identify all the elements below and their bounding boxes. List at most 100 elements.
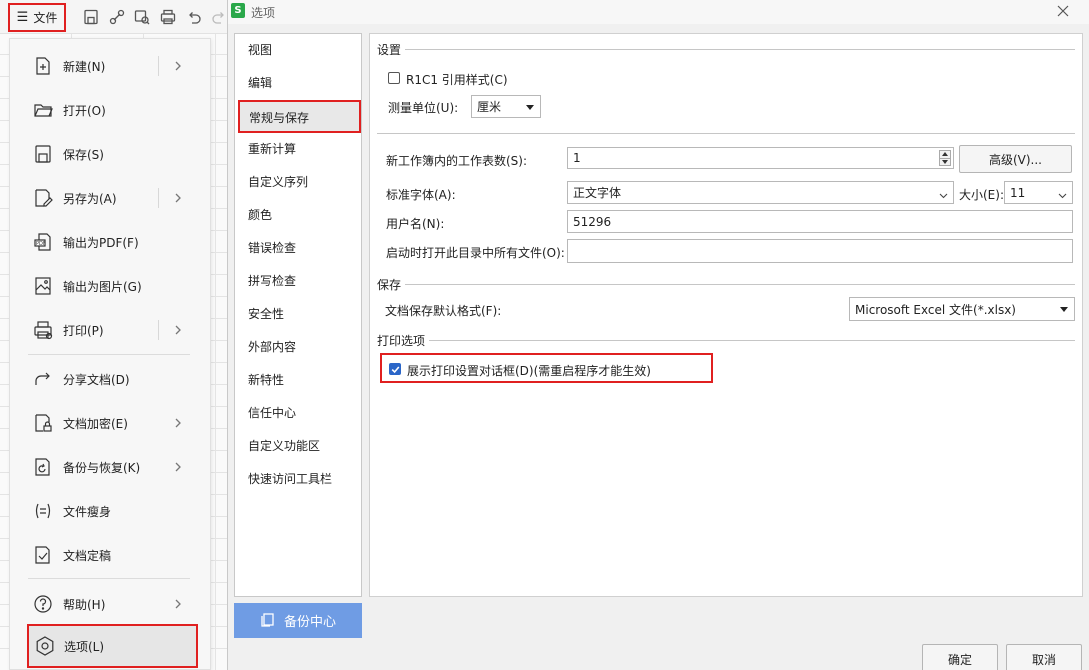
dropdown-arrow-icon (526, 104, 534, 110)
default-format-select[interactable]: Microsoft Excel 文件(*.xlsx) (849, 297, 1075, 321)
stepper-arrows-icon[interactable] (939, 150, 951, 166)
menu-item-compress[interactable]: 文件瘦身 (10, 491, 210, 531)
show-print-dialog-checkbox[interactable] (389, 363, 401, 375)
backup-icon (260, 611, 276, 631)
menu-item-label: 备份与恢复(K) (63, 460, 141, 475)
print-preview-icon[interactable] (159, 8, 177, 26)
options-icon (34, 635, 56, 657)
section-divider (377, 133, 1075, 134)
nav-item-custom-lists[interactable]: 自定义序列 (235, 166, 361, 199)
standard-font-value: 正文字体 (573, 186, 622, 200)
nav-item-spell-check[interactable]: 拼写检查 (235, 265, 361, 298)
menu-item-save[interactable]: 保存(S) (10, 134, 210, 174)
nav-item-security[interactable]: 安全性 (235, 298, 361, 331)
chevron-right-icon[interactable] (172, 192, 184, 204)
redo-icon[interactable] (210, 8, 228, 26)
options-dialog: S 选项 视图 编辑 常规与保存 重新计算 自定义序列 颜色 错误检查 拼写检查… (227, 0, 1089, 670)
menu-item-export-pdf[interactable]: PDF 输出为PDF(F) (10, 222, 210, 262)
unit-select[interactable]: 厘米 (471, 95, 541, 118)
default-format-label: 文档保存默认格式(F): (385, 304, 502, 318)
nav-item-customize-ribbon[interactable]: 自定义功能区 (235, 430, 361, 463)
menu-item-label: 输出为PDF(F) (63, 235, 139, 250)
nav-item-recalc[interactable]: 重新计算 (235, 133, 361, 166)
chevron-right-icon[interactable] (172, 417, 184, 429)
backup-icon (32, 456, 54, 478)
find-icon[interactable] (133, 8, 151, 26)
menu-item-help[interactable]: 帮助(H) (10, 584, 210, 624)
close-icon[interactable] (1055, 3, 1071, 19)
save-icon (32, 143, 54, 165)
dialog-title: 选项 (251, 6, 276, 20)
menu-item-share[interactable]: 分享文档(D) (10, 359, 210, 399)
nav-item-external-content[interactable]: 外部内容 (235, 331, 361, 364)
app-logo: S (231, 3, 245, 18)
backup-center-label: 备份中心 (283, 615, 336, 630)
ok-button[interactable]: 确定 (922, 644, 998, 670)
standard-font-select[interactable]: 正文字体 (567, 181, 954, 204)
font-size-select[interactable]: 11 (1004, 181, 1073, 204)
open-folder-icon (32, 99, 54, 121)
menu-item-print[interactable]: 打印(P) (10, 310, 210, 350)
advanced-button[interactable]: 高级(V)... (959, 145, 1072, 173)
chevron-right-icon[interactable] (172, 60, 184, 72)
menu-item-export-image[interactable]: 输出为图片(G) (10, 266, 210, 306)
chevron-right-icon[interactable] (172, 461, 184, 473)
nav-item-general-save[interactable]: 常规与保存 (238, 100, 361, 133)
undo-icon[interactable] (185, 8, 203, 26)
chevron-right-icon[interactable] (172, 598, 184, 610)
unit-value: 厘米 (477, 100, 502, 114)
menu-separator (158, 56, 159, 76)
font-size-value: 11 (1010, 185, 1026, 200)
sheets-count-label: 新工作簿内的工作表数(S): (386, 154, 528, 168)
file-menu-label: 文件 (33, 11, 58, 25)
chevron-right-icon[interactable] (172, 324, 184, 336)
save-icon[interactable] (82, 8, 100, 26)
section-divider (405, 49, 1075, 50)
menu-item-label: 文档加密(E) (63, 416, 128, 431)
username-value: 51296 (573, 214, 612, 229)
menu-item-save-as[interactable]: 另存为(A) (10, 178, 210, 218)
default-format-value: Microsoft Excel 文件(*.xlsx) (855, 302, 1016, 317)
section-divider (405, 284, 1075, 285)
menu-item-label: 分享文档(D) (63, 372, 130, 387)
nav-item-error-check[interactable]: 错误检查 (235, 232, 361, 265)
nav-item-trust-center[interactable]: 信任中心 (235, 397, 361, 430)
startup-folder-label: 启动时打开此目录中所有文件(O): (386, 246, 565, 260)
backup-center-button[interactable]: 备份中心 (234, 603, 362, 638)
new-file-icon (32, 55, 54, 77)
section-heading-settings: 设置 (377, 43, 402, 57)
save-as-icon (32, 187, 54, 209)
finalize-icon (32, 544, 54, 566)
sheets-count-value: 1 (573, 151, 581, 165)
file-menu-button[interactable]: ☰ 文件 (8, 3, 66, 32)
section-heading-print: 打印选项 (377, 334, 426, 348)
nav-item-quick-access-toolbar[interactable]: 快速访问工具栏 (235, 463, 361, 496)
standard-font-label: 标准字体(A): (386, 188, 456, 202)
menu-item-backup[interactable]: 备份与恢复(K) (10, 447, 210, 487)
menu-item-open[interactable]: 打开(O) (10, 90, 210, 130)
nav-item-new-features[interactable]: 新特性 (235, 364, 361, 397)
settings-panel: 设置 R1C1 引用样式(C) 测量单位(U): 厘米 新工作簿内的工作表数(S… (369, 33, 1083, 597)
menu-item-encrypt[interactable]: 文档加密(E) (10, 403, 210, 443)
menu-separator (158, 188, 159, 208)
menu-item-new[interactable]: 新建(N) (10, 46, 210, 86)
menu-item-options[interactable]: 选项(L) (27, 624, 198, 668)
menu-item-finalize[interactable]: 文档定稿 (10, 535, 210, 575)
nav-item-view[interactable]: 视图 (235, 34, 361, 67)
cancel-button[interactable]: 取消 (1006, 644, 1082, 670)
menu-item-label: 打开(O) (63, 103, 106, 118)
username-input[interactable]: 51296 (567, 210, 1073, 233)
share-icon[interactable] (108, 8, 126, 26)
section-heading-save: 保存 (377, 278, 402, 292)
menu-separator (158, 320, 159, 340)
nav-item-edit[interactable]: 编辑 (235, 67, 361, 100)
nav-item-colors[interactable]: 颜色 (235, 199, 361, 232)
dropdown-arrow-icon (1060, 307, 1068, 312)
startup-folder-input[interactable] (567, 239, 1073, 263)
svg-text:PDF: PDF (36, 241, 46, 247)
quick-access-toolbar: ☰ 文件 (0, 0, 228, 34)
hamburger-icon: ☰ (16, 10, 29, 25)
r1c1-checkbox[interactable] (388, 72, 400, 84)
r1c1-label: R1C1 引用样式(C) (406, 73, 508, 87)
sheets-count-stepper[interactable]: 1 (567, 147, 954, 169)
